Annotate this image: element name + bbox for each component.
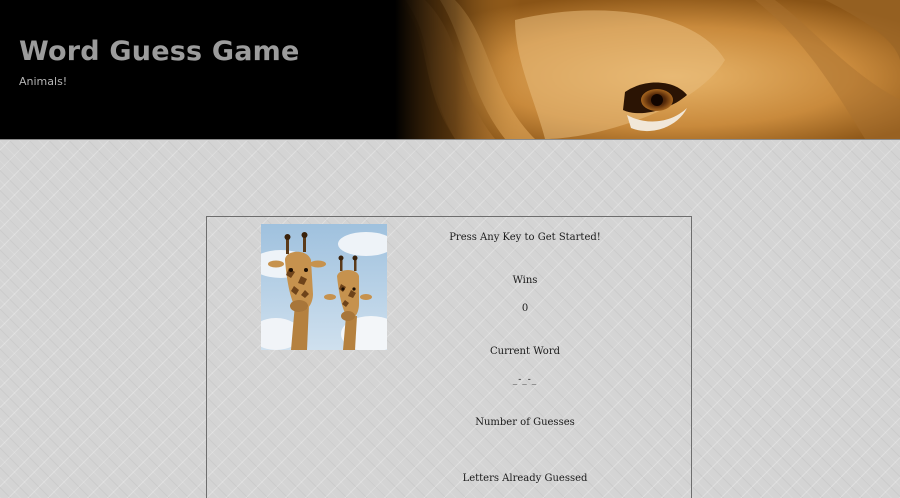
- lion-banner-image: [395, 0, 900, 139]
- current-word-value: _-_-_: [512, 375, 538, 385]
- letters-guessed-label: Letters Already Guessed: [462, 473, 588, 484]
- page-title: Word Guess Game: [19, 36, 300, 67]
- giraffe-image: [261, 224, 387, 350]
- header-banner: Word Guess Game Animals!: [0, 0, 900, 140]
- start-prompt: Press Any Key to Get Started!: [449, 232, 601, 243]
- page-subtitle: Animals!: [19, 75, 68, 88]
- wins-label: Wins: [512, 275, 538, 286]
- current-word-label: Current Word: [489, 346, 560, 357]
- wins-value: 0: [521, 303, 529, 314]
- guesses-label: Number of Guesses: [475, 417, 575, 428]
- game-panel: Press Any Key to Get Started! Wins 0 Cur…: [206, 216, 692, 498]
